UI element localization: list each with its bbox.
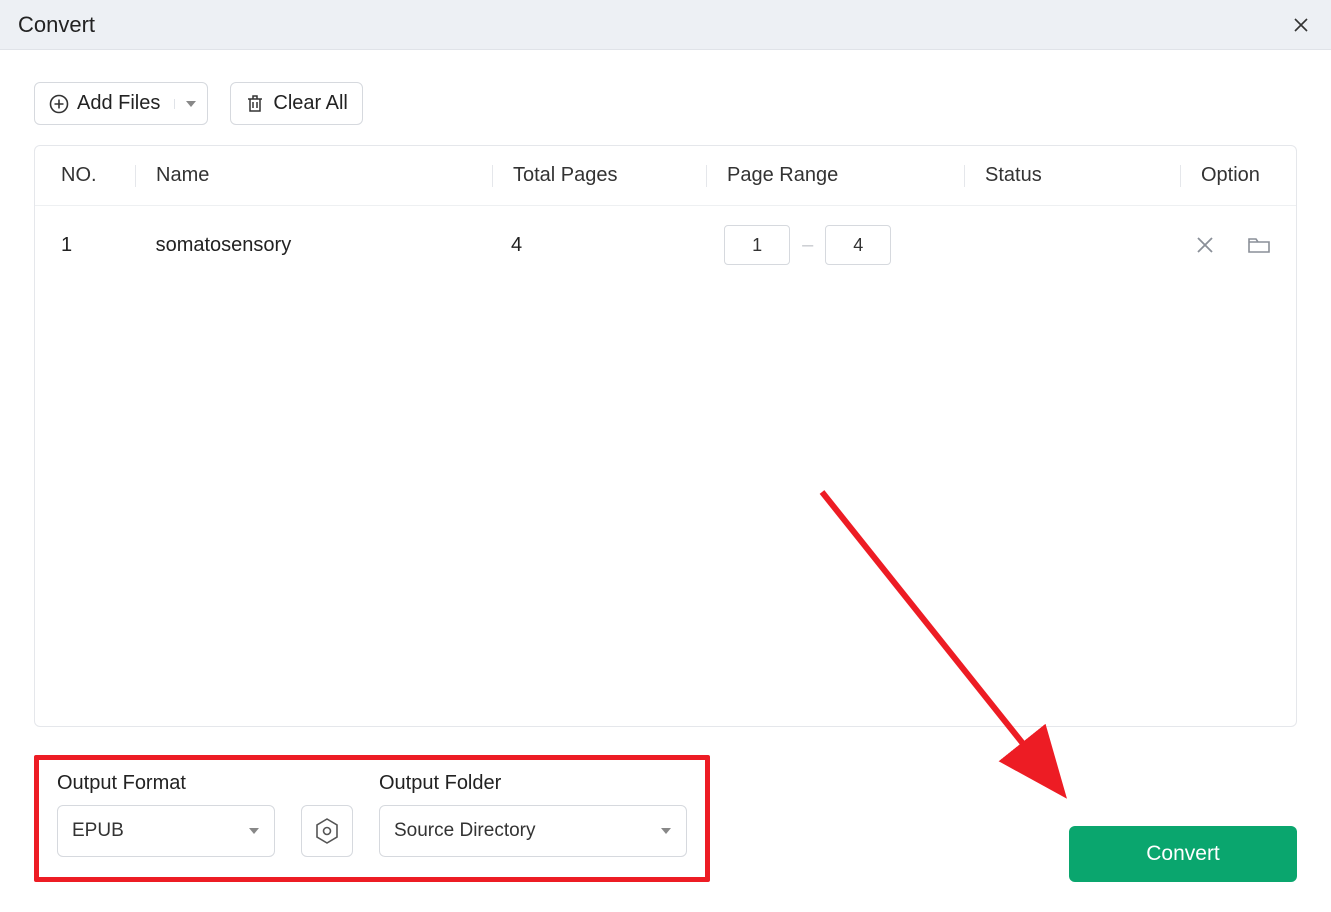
clear-all-button[interactable]: Clear All [230,82,362,125]
close-icon [1293,17,1309,33]
table-header: NO. Name Total Pages Page Range Status O… [35,146,1296,206]
footer: Output Format EPUB Output Folder Source … [0,737,1331,912]
header-no: NO. [61,164,135,187]
remove-row-button[interactable] [1196,236,1214,254]
page-range-to-input[interactable] [825,225,891,265]
x-icon [1196,236,1214,254]
output-folder-select[interactable]: Source Directory [379,805,687,857]
convert-label: Convert [1146,842,1220,865]
header-total-pages: Total Pages [513,164,706,187]
file-table: NO. Name Total Pages Page Range Status O… [34,145,1297,727]
output-folder-label: Output Folder [379,772,687,795]
output-folder-value: Source Directory [394,820,536,842]
titlebar: Convert [0,0,1331,50]
folder-icon [1248,236,1270,254]
output-settings-highlight: Output Format EPUB Output Folder Source … [34,755,710,882]
plus-circle-icon [49,94,69,114]
close-button[interactable] [1289,13,1313,37]
output-format-value: EPUB [72,820,124,842]
table-row: 1 somatosensory 4 – [35,206,1296,284]
output-format-select[interactable]: EPUB [57,805,275,857]
toolbar: Add Files Clear All [0,50,1331,145]
add-files-button[interactable]: Add Files [34,82,208,125]
open-folder-button[interactable] [1248,236,1270,254]
header-option: Option [1201,164,1270,187]
cell-no: 1 [61,234,135,257]
format-settings-button[interactable] [301,805,353,857]
cell-page-range: – [724,225,960,265]
caret-down-icon [660,826,672,836]
cell-total-pages: 4 [511,234,703,257]
add-files-dropdown-caret[interactable] [174,99,197,109]
window-title: Convert [18,12,95,38]
cell-option [1196,236,1270,254]
output-format-group: Output Format EPUB [57,772,275,857]
output-format-label: Output Format [57,772,275,795]
output-folder-group: Output Folder Source Directory [379,772,687,857]
clear-all-label: Clear All [273,92,347,115]
caret-down-icon [248,826,260,836]
hex-gear-icon [313,817,341,845]
header-page-range: Page Range [727,164,964,187]
page-range-from-input[interactable] [724,225,790,265]
range-dash: – [802,234,813,257]
convert-button[interactable]: Convert [1069,826,1297,882]
caret-down-icon [185,99,197,109]
header-status: Status [985,164,1180,187]
header-name: Name [156,164,492,187]
trash-icon [245,94,265,114]
add-files-label: Add Files [77,92,160,115]
cell-name: somatosensory [156,234,491,257]
